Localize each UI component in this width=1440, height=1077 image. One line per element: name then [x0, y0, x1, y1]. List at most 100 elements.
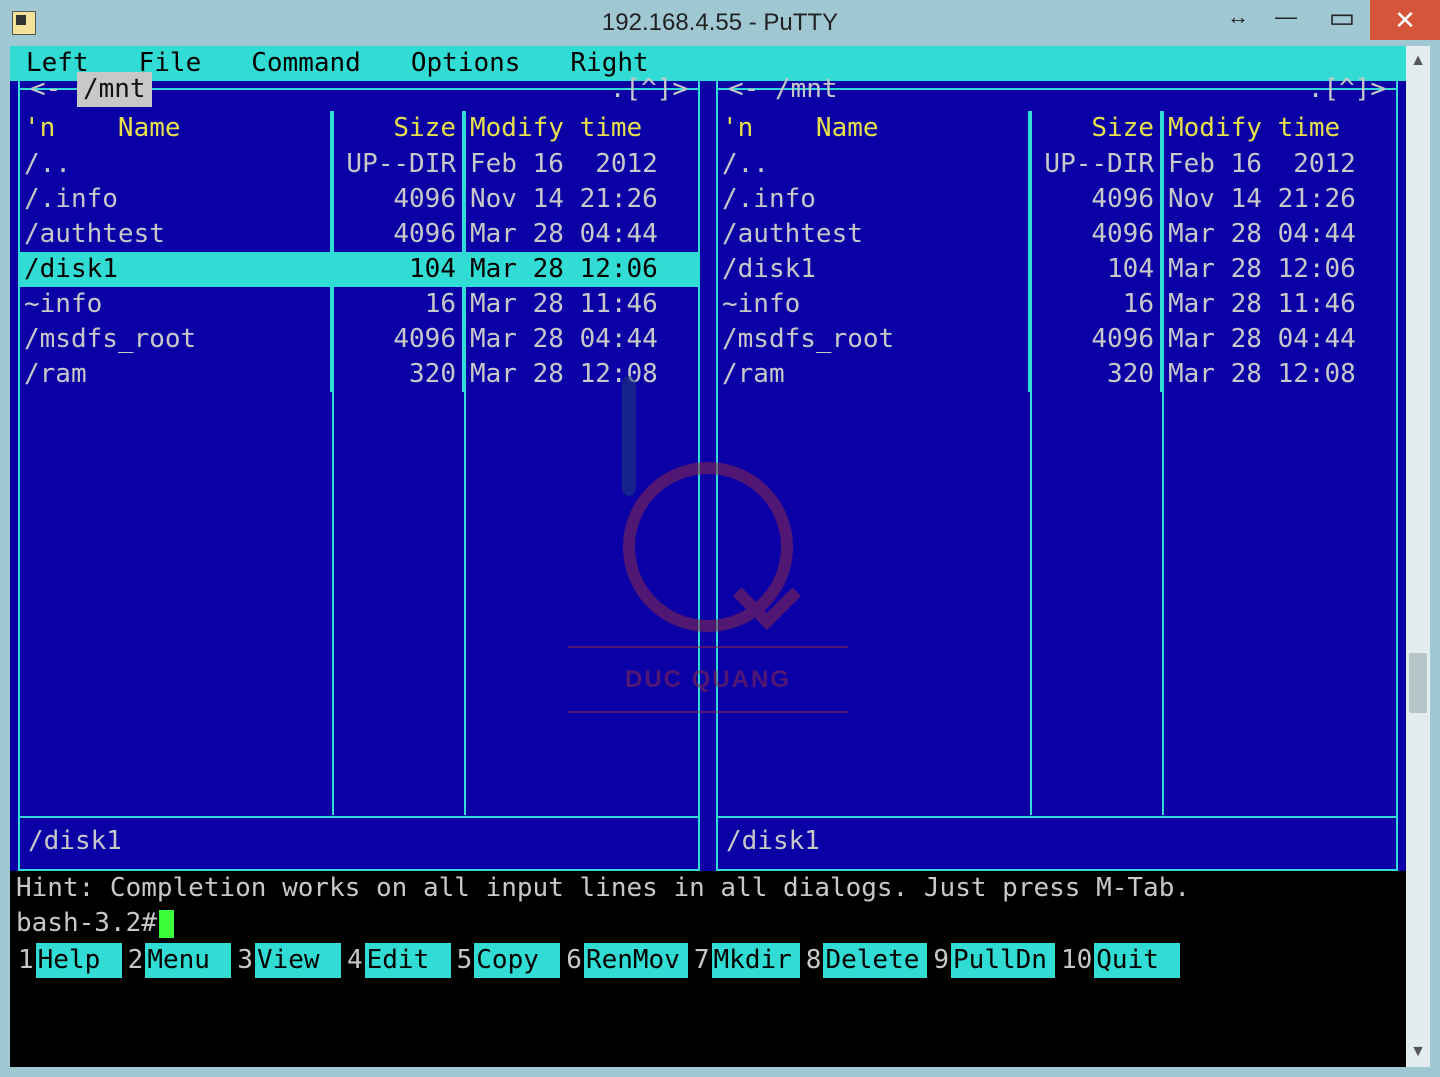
col-size-header[interactable]: Size — [332, 111, 462, 147]
cell-size: 4096 — [332, 182, 462, 217]
fkey-number: 10 — [1055, 943, 1094, 978]
cell-name: /.. — [718, 147, 1028, 182]
cell-mtime: Mar 28 04:44 — [1162, 217, 1396, 252]
mc-menu-bar[interactable]: Left File Command Options Right — [10, 46, 1406, 81]
cell-mtime: Feb 16 2012 — [464, 147, 698, 182]
cell-name: /msdfs_root — [20, 322, 330, 357]
fkey-help[interactable]: Help — [36, 943, 122, 978]
table-row[interactable]: /disk1104Mar 28 12:06 — [718, 252, 1396, 287]
titlebar[interactable]: 192.168.4.55 - PuTTY ↔ — ▭ ✕ — [0, 0, 1440, 46]
fkey-number: 5 — [451, 943, 475, 978]
cell-name: /authtest — [718, 217, 1028, 252]
maximize-button[interactable]: ▭ — [1314, 0, 1370, 34]
vertical-scrollbar[interactable]: ▲ ▼ — [1406, 46, 1430, 1067]
system-buttons: ↔ — ▭ ✕ — [1218, 0, 1440, 40]
scroll-down-icon[interactable]: ▼ — [1410, 1037, 1426, 1067]
col-name-header[interactable]: 'n Name — [718, 111, 1028, 147]
panel-left-top-right[interactable]: .[^]> — [610, 72, 688, 107]
fkey-number: 6 — [560, 943, 584, 978]
scroll-up-icon[interactable]: ▲ — [1410, 46, 1426, 76]
cell-mtime: Mar 28 12:06 — [1162, 252, 1396, 287]
table-row[interactable]: /authtest4096Mar 28 04:44 — [718, 217, 1396, 252]
cell-name: /authtest — [20, 217, 330, 252]
panel-right-top: <- /mnt — [728, 72, 838, 107]
table-row[interactable]: /ram320Mar 28 12:08 — [20, 357, 698, 392]
cell-size: 104 — [1030, 252, 1160, 287]
fkey-number: 3 — [231, 943, 255, 978]
panel-left[interactable]: <- /mnt .[^]> 'n Name Size Modify time — [10, 81, 708, 871]
panel-right-path[interactable]: /mnt — [775, 72, 838, 107]
table-row[interactable]: /..UP--DIRFeb 16 2012 — [20, 147, 698, 182]
fkey-quit[interactable]: Quit — [1094, 943, 1180, 978]
panel-right-rows: /..UP--DIRFeb 16 2012/.info4096Nov 14 21… — [718, 147, 1396, 815]
col-name-header[interactable]: 'n Name — [20, 111, 330, 147]
fkey-renmov[interactable]: RenMov — [584, 943, 688, 978]
cell-mtime: Mar 28 12:06 — [464, 252, 698, 287]
scrollbar-thumb[interactable] — [1409, 653, 1427, 713]
hint-line: Hint: Completion works on all input line… — [10, 871, 1406, 906]
table-row[interactable]: /ram320Mar 28 12:08 — [718, 357, 1396, 392]
panel-left-top: <- /mnt — [30, 72, 152, 107]
fkey-number: 4 — [341, 943, 365, 978]
col-mtime-header[interactable]: Modify time — [464, 111, 698, 147]
panel-left-header: 'n Name Size Modify time — [20, 111, 698, 147]
fkey-delete[interactable]: Delete — [823, 943, 927, 978]
cell-name: /disk1 — [718, 252, 1028, 287]
fkey-number: 2 — [122, 943, 146, 978]
cell-name: /ram — [718, 357, 1028, 392]
cell-size: 320 — [1030, 357, 1160, 392]
cell-mtime: Mar 28 04:44 — [464, 322, 698, 357]
cell-mtime: Mar 28 11:46 — [464, 287, 698, 322]
cell-mtime: Mar 28 04:44 — [464, 217, 698, 252]
cell-mtime: Feb 16 2012 — [1162, 147, 1396, 182]
terminal-wrap: Left File Command Options Right <- — [10, 46, 1430, 1067]
table-row[interactable]: /..UP--DIRFeb 16 2012 — [718, 147, 1396, 182]
fkey-mkdir[interactable]: Mkdir — [712, 943, 800, 978]
panel-left-path[interactable]: /mnt — [77, 72, 152, 107]
cell-size: 104 — [332, 252, 462, 287]
panel-right-arrow: <- — [728, 72, 759, 107]
col-size-header[interactable]: Size — [1030, 111, 1160, 147]
panel-left-arrow: <- — [30, 72, 61, 107]
col-mtime-header[interactable]: Modify time — [1162, 111, 1396, 147]
table-row[interactable]: ~info16Mar 28 11:46 — [20, 287, 698, 322]
fkey-number: 7 — [688, 943, 712, 978]
fkey-copy[interactable]: Copy — [474, 943, 560, 978]
table-row[interactable]: /.info4096Nov 14 21:26 — [718, 182, 1396, 217]
cell-mtime: Mar 28 12:08 — [464, 357, 698, 392]
cell-size: 4096 — [332, 322, 462, 357]
shell-prompt[interactable]: bash-3.2# — [10, 906, 1406, 941]
minimize-button[interactable]: — — [1258, 0, 1314, 34]
table-row[interactable]: /msdfs_root4096Mar 28 04:44 — [718, 322, 1396, 357]
table-row[interactable]: /authtest4096Mar 28 04:44 — [20, 217, 698, 252]
cell-size: UP--DIR — [332, 147, 462, 182]
fkey-menu[interactable]: Menu — [145, 943, 231, 978]
fkey-number: 1 — [12, 943, 36, 978]
close-button[interactable]: ✕ — [1370, 0, 1440, 40]
cell-name: /.info — [718, 182, 1028, 217]
fkey-pulldn[interactable]: PullDn — [951, 943, 1055, 978]
panel-right[interactable]: <- /mnt .[^]> 'n Name Size Modify time — [708, 81, 1406, 871]
menu-options[interactable]: Options — [403, 46, 563, 81]
table-row[interactable]: ~info16Mar 28 11:46 — [718, 287, 1396, 322]
cell-mtime: Nov 14 21:26 — [464, 182, 698, 217]
cursor — [159, 910, 174, 938]
panel-right-top-right[interactable]: .[^]> — [1308, 72, 1386, 107]
cell-mtime: Mar 28 04:44 — [1162, 322, 1396, 357]
cell-size: 4096 — [1030, 182, 1160, 217]
cell-size: 320 — [332, 357, 462, 392]
table-row[interactable]: /.info4096Nov 14 21:26 — [20, 182, 698, 217]
fkey-view[interactable]: View — [255, 943, 341, 978]
cell-size: 16 — [332, 287, 462, 322]
fkey-edit[interactable]: Edit — [365, 943, 451, 978]
panel-right-status: /disk1 — [726, 824, 820, 859]
cell-name: ~info — [20, 287, 330, 322]
cell-mtime: Mar 28 12:08 — [1162, 357, 1396, 392]
resize-grip-icon[interactable]: ↔ — [1218, 0, 1258, 34]
cell-size: UP--DIR — [1030, 147, 1160, 182]
table-row[interactable]: /msdfs_root4096Mar 28 04:44 — [20, 322, 698, 357]
cell-size: 4096 — [1030, 217, 1160, 252]
table-row[interactable]: /disk1104Mar 28 12:06 — [20, 252, 698, 287]
menu-command[interactable]: Command — [243, 46, 403, 81]
terminal[interactable]: Left File Command Options Right <- — [10, 46, 1406, 1067]
